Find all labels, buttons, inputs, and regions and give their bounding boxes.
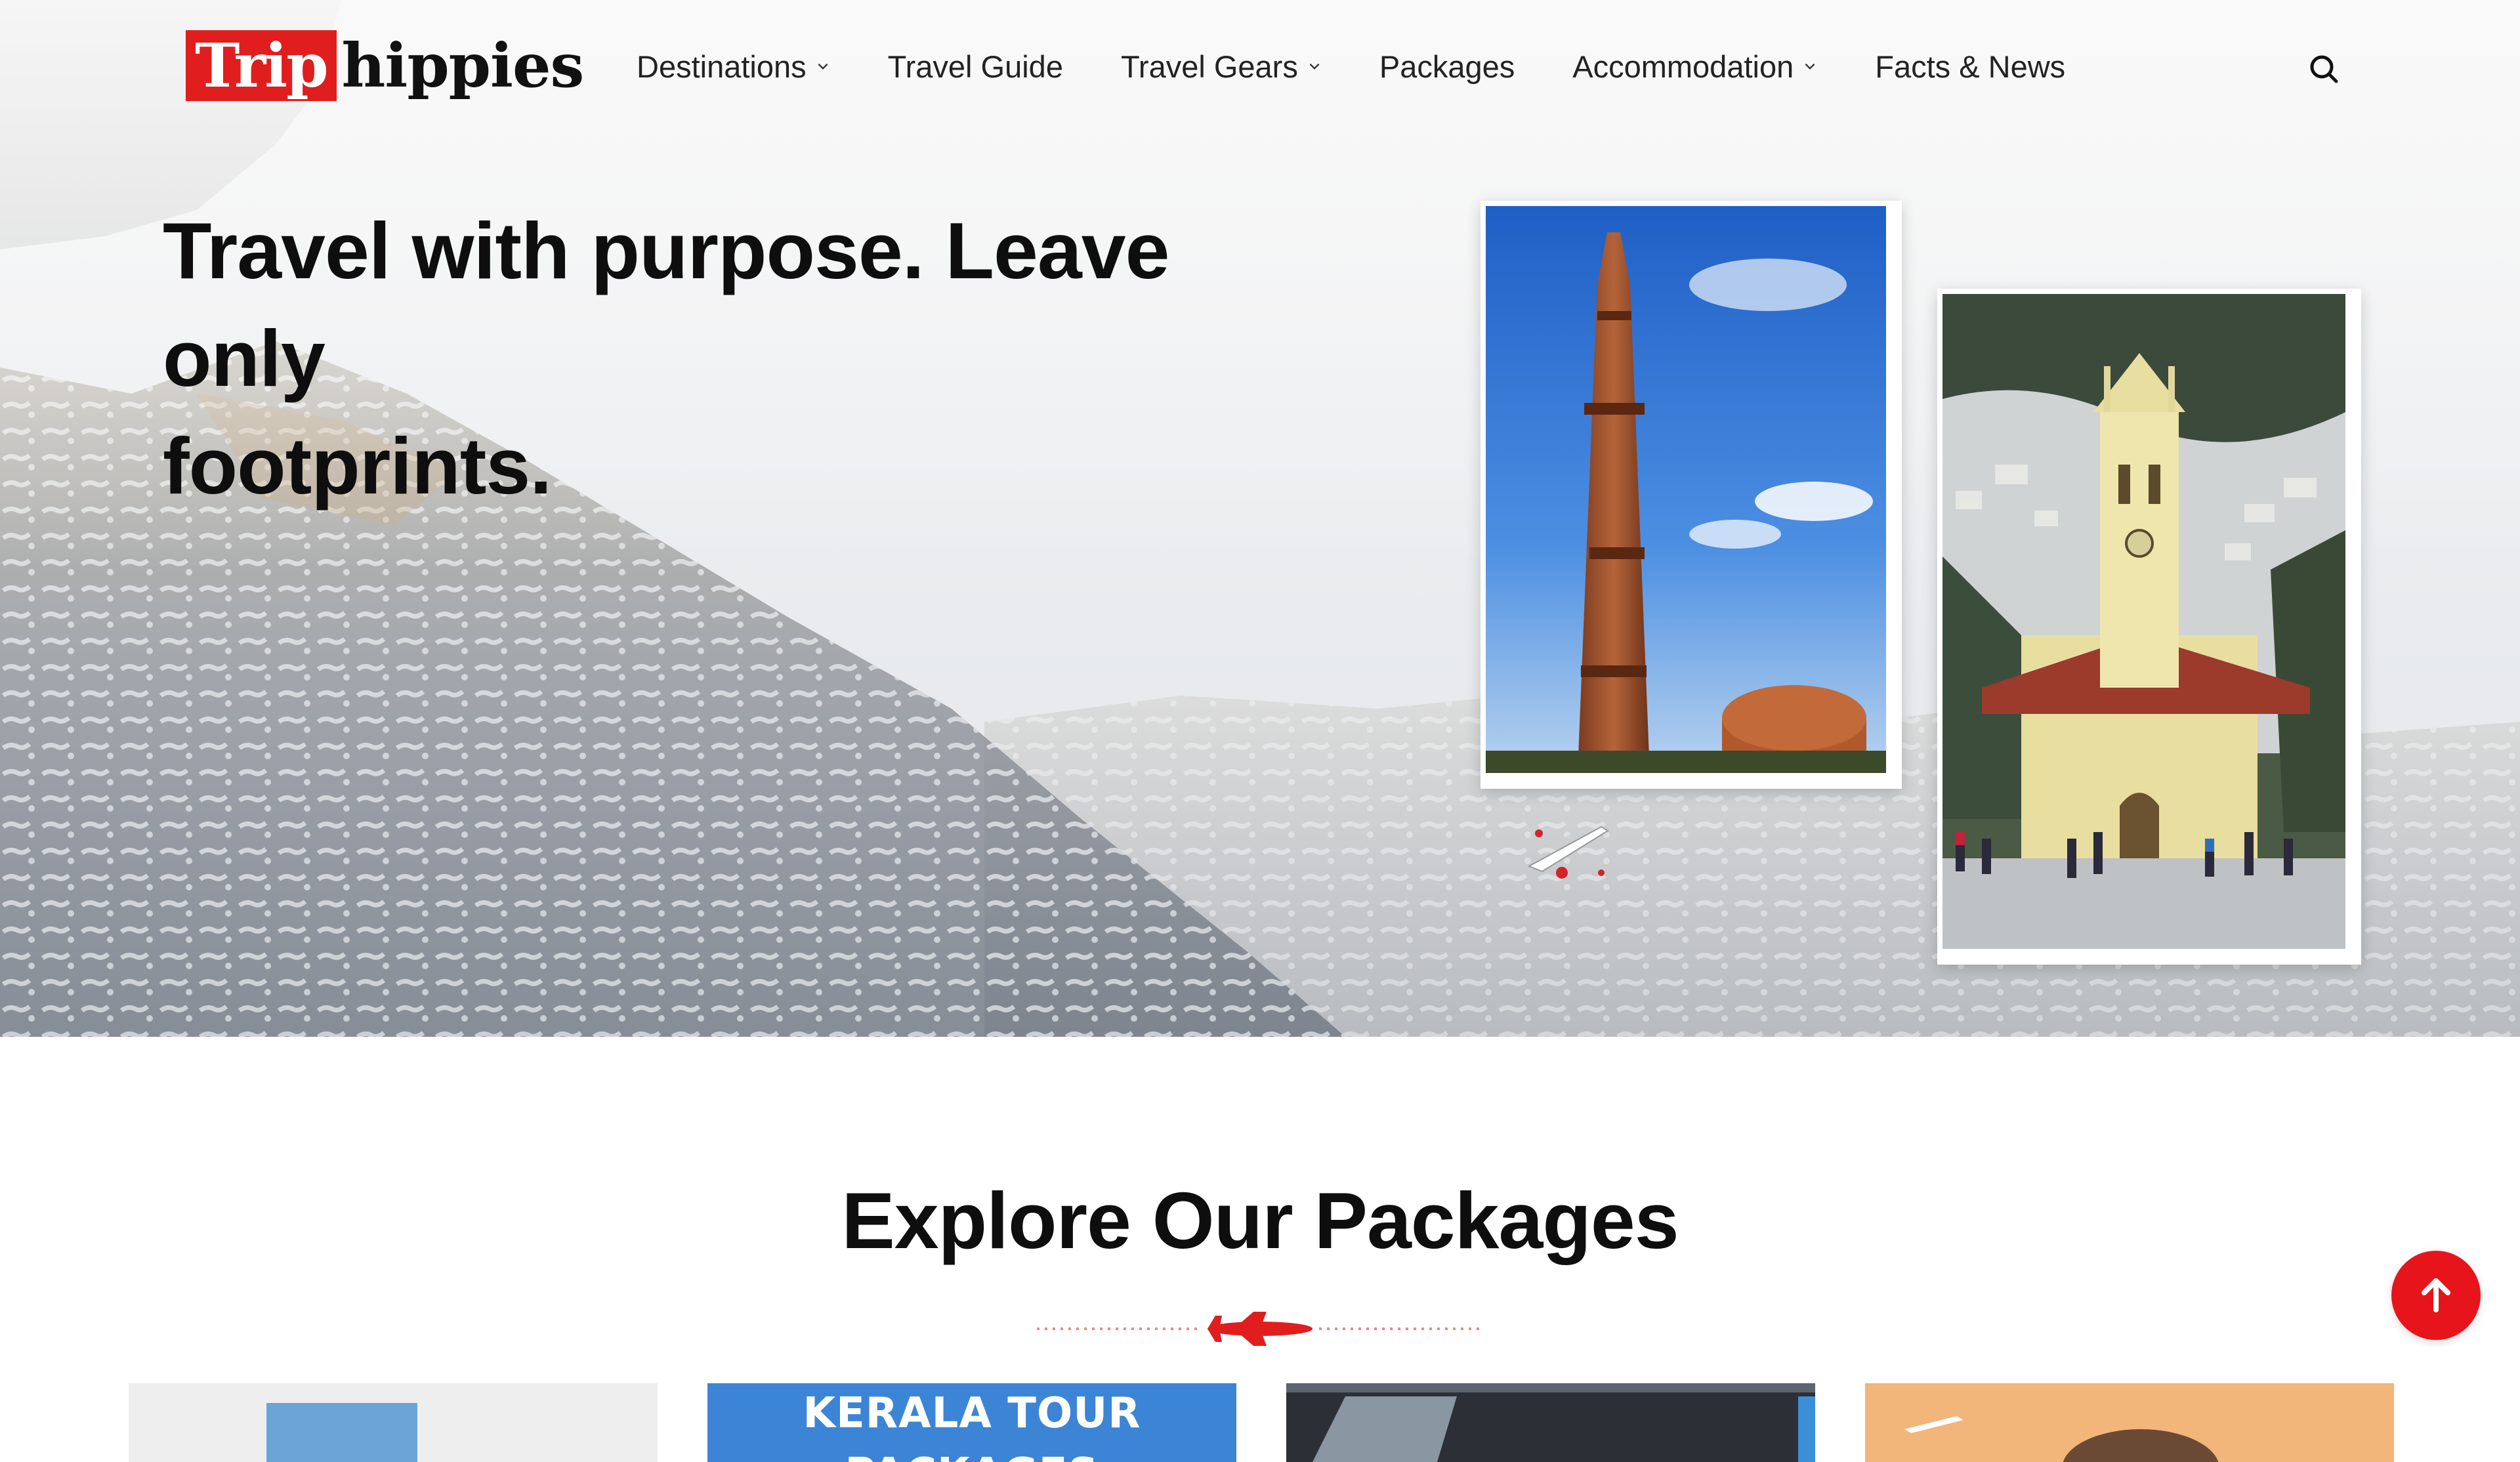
- package-card-label: KERALA TOUR PACKAGES: [803, 1389, 1141, 1462]
- search-icon: [2310, 55, 2338, 83]
- chevron-down-icon: [818, 63, 828, 70]
- chevron-down-icon: [1309, 63, 1320, 70]
- site-logo[interactable]: Trip hippies: [186, 30, 585, 101]
- package-card-image: [1865, 1383, 2394, 1462]
- nav-item-label: Travel Guide: [887, 49, 1063, 84]
- qutub-minar-photo: [1480, 201, 1902, 789]
- arrow-up-icon: [2422, 1278, 2450, 1312]
- search-button[interactable]: [2306, 51, 2343, 88]
- nav-item-label: Accommodation: [1572, 49, 1794, 84]
- shimla-church-photo: [1937, 289, 2361, 965]
- scroll-to-top-button[interactable]: [2391, 1251, 2481, 1340]
- logo-trip-text: Trip: [186, 30, 337, 101]
- headline-line-2: footprints.: [163, 421, 552, 511]
- nav-item-label: Destinations: [637, 49, 807, 84]
- top-navigation: Trip hippies Destinations Travel Guide T…: [0, 0, 2520, 131]
- package-cards-row: KERALA TOUR PACKAGES: [129, 1383, 2394, 1462]
- hero-headline: Travel with purpose. Leave only footprin…: [163, 197, 1344, 520]
- nav-item-packages[interactable]: Packages: [1379, 49, 1515, 85]
- nav-item-label: Travel Gears: [1120, 49, 1298, 84]
- nav-item-facts-news[interactable]: Facts & News: [1875, 49, 2065, 85]
- nav-item-label: Packages: [1379, 49, 1515, 84]
- nav-item-destinations[interactable]: Destinations: [637, 49, 830, 85]
- plane-divider-icon: [1037, 1312, 1483, 1346]
- shimla-church-image: [1942, 294, 2345, 949]
- headline-line-1: Travel with purpose. Leave only: [163, 206, 1169, 403]
- nav-item-label: Facts & News: [1875, 49, 2066, 84]
- nav-item-travel-guide[interactable]: Travel Guide: [888, 49, 1063, 85]
- package-card-kerala[interactable]: KERALA TOUR PACKAGES: [707, 1383, 1236, 1462]
- package-card[interactable]: [1286, 1383, 1815, 1462]
- package-card[interactable]: [1865, 1383, 2394, 1462]
- nav-item-accommodation[interactable]: Accommodation: [1572, 49, 1817, 85]
- qutub-minar-image: [1486, 206, 1886, 773]
- chevron-down-icon: [1805, 63, 1815, 70]
- main-menu: Destinations Travel Guide Travel Gears P…: [637, 43, 2065, 89]
- package-card[interactable]: [129, 1383, 658, 1462]
- package-card-image: [129, 1383, 658, 1462]
- logo-hippies-text: hippies: [341, 30, 585, 101]
- airplane-decoration-icon: [1515, 825, 1609, 879]
- package-card-image: [1286, 1383, 1815, 1462]
- packages-section-title: Explore Our Packages: [841, 1176, 1679, 1265]
- nav-item-travel-gears[interactable]: Travel Gears: [1121, 49, 1322, 85]
